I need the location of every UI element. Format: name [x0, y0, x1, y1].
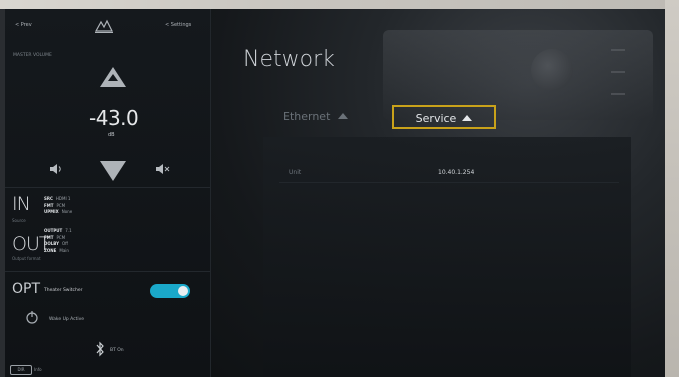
sidebar-topbar: < Prev < Settings — [5, 9, 210, 41]
input-caption: Source — [12, 218, 26, 223]
output-caption: Output format — [12, 256, 41, 261]
network-panel: Network Ethernet Service Unit 10.40.1.25… — [211, 9, 665, 377]
background-button — [611, 71, 625, 73]
output-info: OUTPUT 7.1 FMT PCM DOLBY Off ZONE Main — [44, 228, 72, 254]
tab-ethernet-label: Ethernet — [283, 110, 331, 123]
volume-up-icon[interactable] — [100, 67, 126, 87]
divider — [5, 271, 210, 272]
wake-up-status: Wake Up Active — [49, 317, 85, 322]
tab-ethernet[interactable]: Ethernet — [283, 105, 387, 129]
input-heading: IN — [12, 193, 31, 215]
background-button — [611, 49, 625, 51]
ethernet-icon — [338, 113, 349, 119]
output-line: ZONE Main — [44, 247, 69, 253]
brand-logo-icon — [94, 19, 113, 33]
theater-switcher-toggle[interactable] — [150, 284, 190, 298]
info-badge-text: Info — [34, 367, 42, 372]
page-title: Network — [243, 47, 335, 72]
background-button — [611, 93, 625, 95]
service-icon — [462, 115, 473, 121]
photo-frame: < Prev < Settings MASTER VOLUME -43.0 dB — [0, 0, 679, 377]
row-label: Unit — [289, 169, 302, 176]
screen: < Prev < Settings MASTER VOLUME -43.0 dB — [5, 9, 665, 377]
settings-button[interactable]: < Settings — [165, 22, 191, 28]
bluetooth-icon[interactable] — [95, 341, 105, 357]
input-line: UPMIX None — [44, 209, 73, 214]
info-badge[interactable]: DIR — [10, 365, 32, 375]
volume-unit: dB — [108, 132, 115, 138]
control-sidebar: < Prev < Settings MASTER VOLUME -43.0 dB — [5, 9, 211, 377]
wall-top — [0, 0, 679, 9]
wall-right — [665, 0, 679, 377]
background-knob — [531, 49, 573, 91]
power-icon[interactable] — [24, 309, 40, 325]
volume-down-icon[interactable] — [100, 161, 126, 181]
prev-button[interactable]: < Prev — [15, 22, 32, 28]
mute-icon[interactable] — [155, 163, 171, 175]
theater-switcher-label: Theater Switcher — [44, 288, 83, 293]
tab-service-label: Service — [415, 112, 457, 125]
tab-service[interactable]: Service — [392, 105, 496, 129]
toggle-knob — [178, 286, 188, 296]
network-details-card: Unit 10.40.1.254 — [263, 137, 631, 377]
input-info: SRC HDMI 1 FMT PCM UPMIX None — [44, 196, 72, 216]
speaker-volume-icon[interactable] — [49, 163, 65, 175]
divider — [5, 187, 210, 188]
bluetooth-status: BT On — [110, 348, 124, 353]
volume-value: -43.0 — [89, 106, 139, 130]
opt-heading: OPT — [12, 281, 41, 297]
row-value: 10.40.1.254 — [438, 169, 475, 176]
volume-label: MASTER VOLUME — [13, 53, 52, 58]
row-divider — [279, 182, 619, 183]
